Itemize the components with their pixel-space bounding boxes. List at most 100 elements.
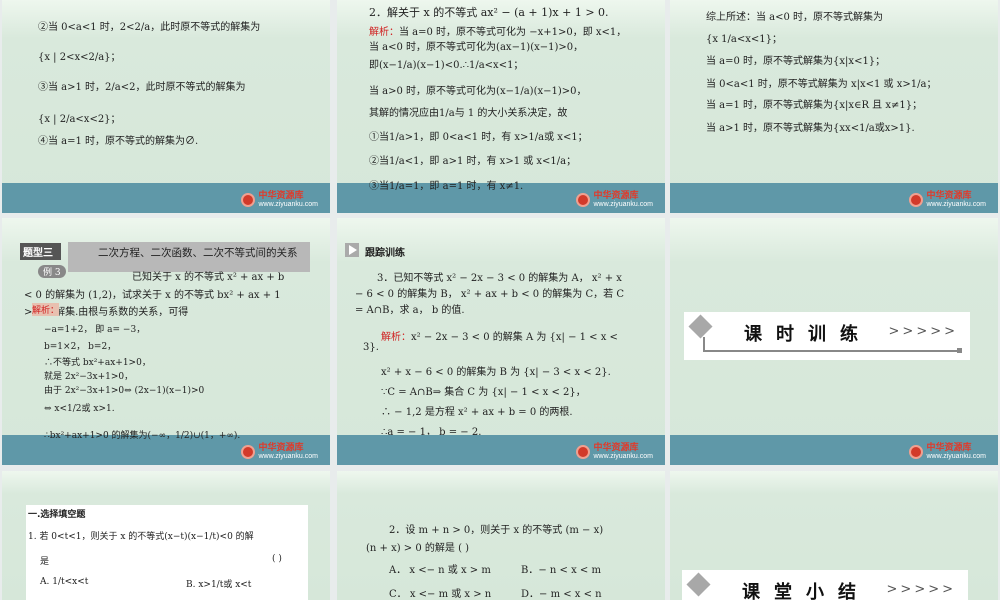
banner-title: 课堂小结 [742, 582, 870, 600]
logo-url: www.ziyuanku.com [593, 201, 653, 208]
section-banner: 课堂小结 >>>>> [682, 570, 968, 600]
text-line: ⇔ x<1/2或 x>1. [44, 404, 115, 414]
topic-title: 二次方程、二次函数、二次不等式间的关系 [98, 247, 298, 259]
slide-thumbnail-7[interactable]: 一.选择填空题 1. 若 0<t<1，则关于 x 的不等式(x−t)(x−1/t… [2, 471, 330, 600]
slide-thumbnail-1[interactable]: ②当 0<a<1 时，2<2/a，此时原不等式的解集为 {x | 2<x<2/a… [2, 0, 330, 213]
section-title: 一.选择填空题 [28, 510, 86, 520]
arrows-icon: >>>>> [888, 324, 958, 339]
text-line: (n + x) > 0 的解是 ( ) [366, 543, 470, 554]
text-span: 当 a=0 时，原不等式可化为 −x+1>0，即 x<1， [399, 27, 627, 38]
text-line: 3}. [363, 342, 379, 353]
slide-footer: 中华资源库 www.ziyuanku.com [337, 435, 665, 465]
text-line: 当 a>1 时，原不等式解集为{xx<1/a或x>1}. [706, 123, 915, 134]
section-heading: 跟踪训练 [365, 248, 405, 259]
text-line: ∴不等式 bx²+ax+1>0， [44, 358, 151, 368]
logo-icon [241, 445, 256, 459]
logo-icon [241, 193, 256, 207]
logo-icon [909, 193, 924, 207]
text-line: x² + x − 6 < 0 的解集为 B 为 {x| − 3 < x < 2}… [381, 367, 611, 378]
slide-thumbnail-9[interactable]: 课堂小结 >>>>> [670, 471, 998, 600]
text-line: = A∩B，求 a， b 的值. [355, 305, 465, 316]
text-line: ④当 a=1 时，原不等式的解集为∅. [38, 136, 199, 147]
slide-thumbnail-5[interactable]: 跟踪训练 3．已知不等式 x² − 2x − 3 < 0 的解集为 A， x² … [337, 218, 665, 465]
slide-thumbnail-6[interactable]: 课时训练 >>>>> 中华资源库 www.ziyuanku.com [670, 218, 998, 465]
text-line: 当 a>0 时，原不等式可化为(x−1/a)(x−1)>0， [369, 86, 587, 97]
logo-name: 中华资源库 [258, 190, 304, 200]
logo-url: www.ziyuanku.com [926, 453, 986, 460]
text-line: ②当 0<a<1 时，2<2/a，此时原不等式的解集为 [38, 22, 261, 33]
text-line: ②当1/a<1，即 a>1 时，有 x>1 或 x<1/a； [369, 156, 577, 167]
text-line: ∴ − 1,2 是方程 x² + ax + b = 0 的两根. [381, 407, 573, 418]
analysis-label: 解析： [369, 27, 399, 38]
logo-url: www.ziyuanku.com [593, 453, 653, 460]
example-badge: 例 3 [38, 265, 66, 278]
slide-thumbnail-8[interactable]: 2．设 m + n > 0，则关于 x 的不等式 (m − x) (n + x)… [337, 471, 665, 600]
option-a: A. 1/t<x<t [40, 577, 89, 587]
slide-thumbnail-3[interactable]: 综上所述：当 a<0 时，原不等式解集为 {x 1/a<x<1}； 当 a=0 … [670, 0, 998, 213]
text-line: 当 a=1 时，原不等式解集为{x|x∈R 且 x≠1}； [706, 100, 923, 111]
answer-blank: ( ) [272, 554, 282, 564]
logo-name: 中华资源库 [926, 190, 972, 200]
text-line: ∵C = A∩B⇒ 集合 C 为 {x| − 1 < x < 2}， [381, 387, 586, 398]
text-line: 3．已知不等式 x² − 2x − 3 < 0 的解集为 A， x² + x [377, 273, 622, 284]
option-d: D．− m < x < n [521, 589, 602, 600]
play-icon [345, 243, 359, 257]
slide-thumbnail-2[interactable]: 2．解关于 x 的不等式 ax² − (a + 1)x + 1 > 0. 解析：… [337, 0, 665, 213]
text-line: < 0 的解集为 (1,2)，试求关于 x 的不等式 bx² + ax + 1 [24, 290, 281, 301]
option-c: C． x <− m 或 x > n [389, 589, 492, 600]
logo-icon [909, 445, 924, 459]
text-line: 就是 2x²−3x+1>0， [44, 372, 134, 382]
analysis-label: 解析： [381, 332, 411, 343]
logo-name: 中华资源库 [258, 442, 304, 452]
section-banner: 课时训练 >>>>> [684, 312, 970, 360]
logo-url: www.ziyuanku.com [258, 201, 318, 208]
option-b: B. x>1/t或 x<t [186, 580, 252, 590]
text-span: x² − 2x − 3 < 0 的解集 A 为 {x| − 1 < x < [411, 332, 618, 343]
text-line: 解析：当 a=0 时，原不等式可化为 −x+1>0，即 x<1， [369, 23, 626, 38]
diamond-icon [688, 314, 713, 339]
logo: 中华资源库 www.ziyuanku.com [909, 443, 986, 461]
logo-name: 中华资源库 [926, 442, 972, 452]
text-line: ①当1/a>1，即 0<a<1 时，有 x>1/a或 x<1； [369, 132, 588, 143]
text-line: 综上所述：当 a<0 时，原不等式解集为 [706, 12, 884, 23]
topic-tag: 题型三 [20, 243, 61, 260]
text-line: 1. 若 0<t<1，则关于 x 的不等式(x−t)(x−1/t)<0 的解 [28, 532, 254, 542]
text-line: ③当1/a=1，即 a=1 时，有 x≠1. [369, 181, 524, 192]
logo-icon [576, 445, 591, 459]
text-line: 是 [40, 557, 50, 567]
text-line: {x | 2<x<2/a}； [38, 52, 121, 63]
logo-icon [576, 193, 591, 207]
banner-title: 课时训练 [744, 324, 872, 345]
slide-thumbnail-4[interactable]: 题型三 二次方程、二次函数、二次不等式间的关系 例 3 已知关于 x 的不等式 … [2, 218, 330, 465]
logo: 中华资源库 www.ziyuanku.com [909, 191, 986, 209]
logo-name: 中华资源库 [593, 190, 639, 200]
diamond-icon [686, 572, 711, 597]
text-line: ③当 a>1 时，2/a<2，此时原不等式的解集为 [38, 82, 246, 93]
text-line: {x | 2/a<x<2}； [38, 114, 121, 125]
logo-name: 中华资源库 [593, 442, 639, 452]
slide-footer: 中华资源库 www.ziyuanku.com [670, 435, 998, 465]
text-line: 当 a=0 时，原不等式解集为{x|x<1}； [706, 56, 886, 67]
text-line: ∴bx²+ax+1>0 的解集为(−∞，1/2)∪(1，+∞). [44, 431, 241, 441]
text-line: 其解的情况应由1/a与 1 的大小关系决定，故 [369, 108, 568, 119]
arrows-icon: >>>>> [886, 582, 956, 597]
analysis-label: 解析： [32, 303, 60, 316]
logo: 中华资源库 www.ziyuanku.com [576, 191, 653, 209]
text-line: 当 0<a<1 时，原不等式解集为 x|x<1 或 x>1/a； [706, 79, 937, 90]
text-line: 2．解关于 x 的不等式 ax² − (a + 1)x + 1 > 0. [369, 6, 609, 19]
logo: 中华资源库 www.ziyuanku.com [241, 191, 318, 209]
logo-url: www.ziyuanku.com [926, 201, 986, 208]
banner-endpoint [957, 348, 962, 353]
text-line: 即(x−1/a)(x−1)<0.∴1/a<x<1； [369, 60, 524, 71]
text-line: −a=1+2， 即 a= −3， [44, 325, 146, 335]
text-line: 当 a<0 时，原不等式可化为(ax−1)(x−1)>0， [369, 42, 584, 53]
text-line: 解析：x² − 2x − 3 < 0 的解集 A 为 {x| − 1 < x < [381, 328, 618, 343]
slide-footer: 中华资源库 www.ziyuanku.com [670, 183, 998, 213]
logo: 中华资源库 www.ziyuanku.com [576, 443, 653, 461]
text-line: {x 1/a<x<1}； [706, 34, 782, 45]
text-line: 解析： > 0 的解集.由根与系数的关系，可得 [24, 303, 188, 318]
text-line: b=1×2， b=2， [44, 342, 117, 352]
logo: 中华资源库 www.ziyuanku.com [241, 443, 318, 461]
slide-footer: 中华资源库 www.ziyuanku.com [2, 183, 330, 213]
logo-url: www.ziyuanku.com [258, 453, 318, 460]
